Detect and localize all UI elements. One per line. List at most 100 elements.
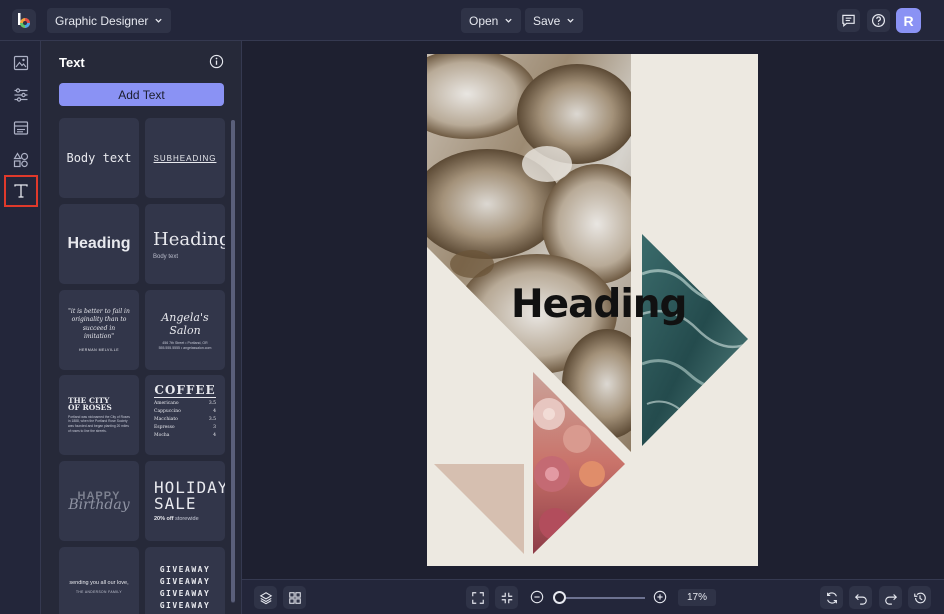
help-button[interactable] xyxy=(867,9,890,32)
text-template-quote[interactable]: "it is better to fail in originality tha… xyxy=(59,290,139,370)
coffee-menu-row: Espresso 3 xyxy=(154,424,216,431)
template-quote-text: "it is better to fail in originality tha… xyxy=(68,308,130,340)
shapes-icon xyxy=(13,152,29,168)
text-template-coffee-menu[interactable]: COFFEE Americano 3.5 Cappuccino 4 Macchiato 3… xyxy=(145,375,225,455)
text-template-happy-birthday[interactable]: HAPPY Birthday xyxy=(59,461,139,541)
text-template-salon[interactable]: Angela's Salon 456 7th Street • Portland… xyxy=(145,290,225,370)
layout-icon xyxy=(13,121,29,135)
chevron-down-icon xyxy=(505,18,513,23)
fit-to-screen-button[interactable] xyxy=(466,586,489,609)
image-icon xyxy=(13,55,29,71)
text-icon xyxy=(14,184,28,198)
text-template-heading-serif[interactable]: Heading Body text xyxy=(145,204,225,284)
template-heading-sans-label: Heading xyxy=(67,235,131,252)
template-holiday-offer: 20% off storewide xyxy=(154,516,199,522)
info-icon[interactable] xyxy=(209,54,224,69)
ocean-photo xyxy=(642,234,748,446)
open-label: Open xyxy=(469,13,499,28)
comments-button[interactable] xyxy=(837,9,860,32)
top-bar: Graphic Designer Open Save R xyxy=(0,0,944,41)
coffee-menu-item: Macchiato xyxy=(154,416,178,422)
template-giveaway-4: GIVEAWAY xyxy=(159,600,211,610)
coffee-menu-row: Cappuccino 4 xyxy=(154,408,216,415)
text-template-giveaway[interactable]: GIVEAWAY GIVEAWAY GIVEAWAY GIVEAWAY xyxy=(145,547,225,614)
history-button[interactable] xyxy=(908,586,931,609)
undo-button[interactable] xyxy=(849,586,872,609)
text-template-holiday-sale[interactable]: HOLIDAY SALE 20% off storewide xyxy=(145,461,225,541)
template-heading-serif-sub: Body text xyxy=(153,253,179,260)
project-name-label: Graphic Designer xyxy=(55,13,149,28)
open-dropdown[interactable]: Open xyxy=(461,8,522,33)
workspace: Heading xyxy=(242,41,944,579)
undo-icon xyxy=(854,593,867,605)
history-icon xyxy=(913,592,926,603)
add-text-button[interactable]: Add Text xyxy=(59,83,224,106)
save-dropdown[interactable]: Save xyxy=(525,8,584,33)
project-name-dropdown[interactable]: Graphic Designer xyxy=(47,8,172,33)
tool-rail xyxy=(0,41,41,614)
coffee-menu-price: 3 xyxy=(213,424,216,430)
panel-scrollbar-thumb[interactable] xyxy=(231,120,235,602)
chevron-down-icon xyxy=(155,18,163,23)
coffee-menu-list: Americano 3.5 Cappuccino 4 Macchiato 3.5 Espre… xyxy=(154,400,216,442)
template-salon-name: Angela's Salon xyxy=(161,310,209,337)
template-heading-serif-label: Heading xyxy=(153,228,225,250)
redo-button[interactable] xyxy=(879,586,902,609)
text-template-city-of-roses[interactable]: THE CITY OF ROSES Portland was nicknamed… xyxy=(59,375,139,455)
template-holiday-off: 20% off xyxy=(154,516,174,522)
design-canvas[interactable]: Heading xyxy=(427,54,758,566)
grid-icon xyxy=(288,591,301,604)
canvas-heading-text[interactable]: Heading xyxy=(511,282,687,327)
rail-photos-button[interactable] xyxy=(4,47,38,79)
coffee-menu-price: 4 xyxy=(213,432,216,438)
collapse-icon xyxy=(501,592,512,603)
coffee-menu-item: Cappuccino xyxy=(154,408,181,414)
bottom-bar: 17% xyxy=(242,579,944,614)
coffee-menu-item: Espresso xyxy=(154,424,175,430)
layers-icon xyxy=(259,591,272,604)
layers-button[interactable] xyxy=(254,586,277,609)
coffee-menu-price: 3.5 xyxy=(208,416,216,422)
sliders-icon xyxy=(14,88,28,102)
template-quote-author: HERMAN MELVILLE xyxy=(78,347,120,352)
coffee-menu-row: Americano 3.5 xyxy=(154,400,216,407)
template-giveaway-1: GIVEAWAY xyxy=(159,564,211,574)
zoom-slider-track[interactable] xyxy=(559,597,645,599)
text-template-body-text[interactable]: Body text xyxy=(59,118,139,198)
rail-layout-button[interactable] xyxy=(4,112,38,144)
zoom-slider-handle[interactable] xyxy=(553,591,566,604)
rail-text-button[interactable] xyxy=(4,175,38,207)
template-city-title-2: OF ROSES xyxy=(68,403,112,413)
template-love-sign: THE ANDERSON FAMILY xyxy=(75,590,122,594)
text-template-love[interactable]: sending you all our love, THE ANDERSON F… xyxy=(59,547,139,614)
sync-button[interactable] xyxy=(820,586,843,609)
text-template-subheading[interactable]: SUBHEADING xyxy=(145,118,225,198)
zoom-out-icon[interactable] xyxy=(530,590,544,604)
template-salon-contact: 555.555.5555 • angelassalon.com xyxy=(158,345,212,350)
chat-icon xyxy=(842,14,855,27)
grid-button[interactable] xyxy=(283,586,306,609)
template-giveaway-2: GIVEAWAY xyxy=(159,576,211,586)
coffee-menu-price: 3.5 xyxy=(208,400,216,406)
refresh-icon xyxy=(826,591,837,604)
coffee-menu-row: Mocha 4 xyxy=(154,432,216,439)
rail-adjust-button[interactable] xyxy=(4,79,38,111)
text-template-heading-sans[interactable]: Heading xyxy=(59,204,139,284)
template-body-text-label: Body text xyxy=(66,151,132,165)
template-subheading-label: SUBHEADING xyxy=(153,153,217,163)
rail-elements-button[interactable] xyxy=(4,144,38,176)
zoom-percent-field[interactable]: 17% xyxy=(678,589,716,606)
app-logo-icon[interactable] xyxy=(12,9,36,33)
template-city-body: Portland was nicknamed the City of Roses… xyxy=(68,414,130,433)
panel-title: Text xyxy=(59,55,85,70)
template-holiday-storewide: storewide xyxy=(175,516,199,522)
zoom-in-icon[interactable] xyxy=(653,590,667,604)
chevron-down-icon xyxy=(567,18,575,23)
template-love-text: sending you all our love, xyxy=(69,580,129,586)
pink-triangle xyxy=(434,464,524,554)
actual-size-button[interactable] xyxy=(495,586,518,609)
user-avatar[interactable]: R xyxy=(896,8,921,33)
coffee-menu-price: 4 xyxy=(213,408,216,414)
template-holiday-2: SALE xyxy=(154,494,197,513)
coffee-menu-item: Americano xyxy=(154,400,179,406)
